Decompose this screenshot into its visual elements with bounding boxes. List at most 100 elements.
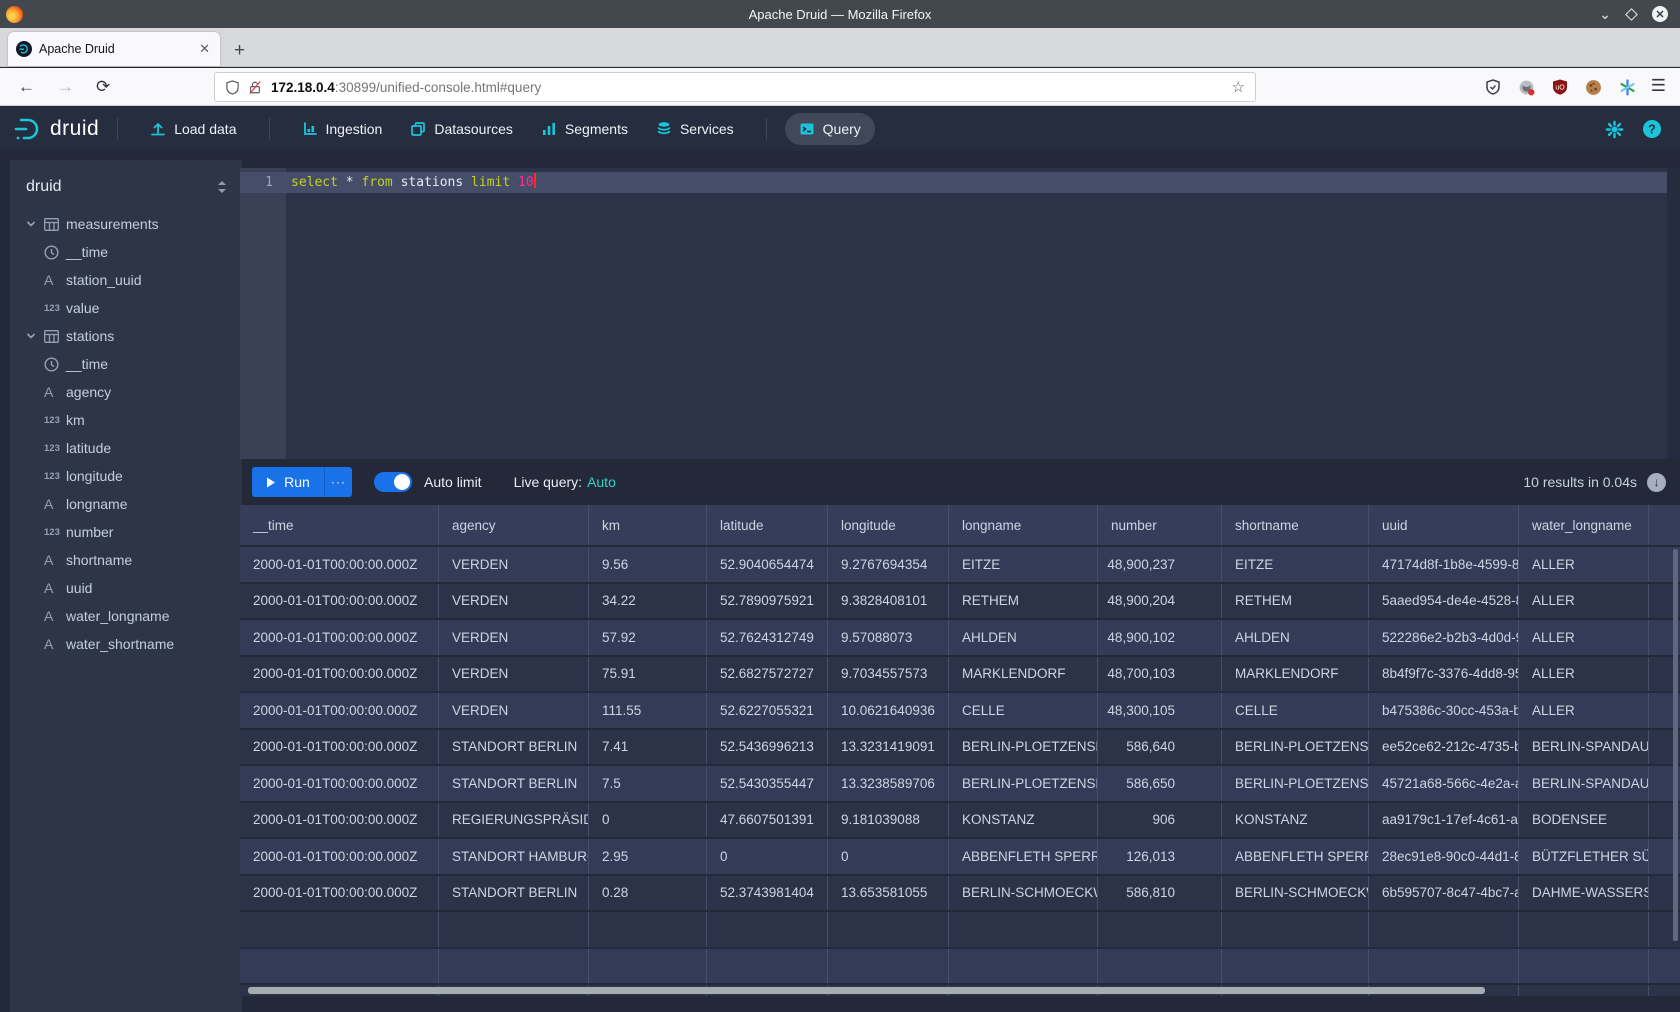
- settings-gear-icon[interactable]: [1605, 120, 1624, 139]
- schema-column-agency[interactable]: Aagency: [10, 378, 242, 406]
- table-cell[interactable]: 13.3231419091: [828, 730, 949, 765]
- table-cell[interactable]: 906: [1098, 803, 1222, 838]
- table-cell[interactable]: 7.41: [589, 730, 707, 765]
- column-header-uuid[interactable]: uuid: [1369, 505, 1519, 545]
- table-cell[interactable]: 0: [589, 803, 707, 838]
- table-cell[interactable]: 2000-01-01T00:00:00.000Z: [240, 839, 439, 874]
- table-cell[interactable]: MARKLENDORF: [949, 657, 1098, 692]
- table-cell[interactable]: BÜTZFLETHER SÜDERELBE: [1519, 839, 1649, 874]
- table-cell[interactable]: 48,900,204: [1098, 584, 1222, 619]
- schema-column-shortname[interactable]: Ashortname: [10, 546, 242, 574]
- table-cell[interactable]: EITZE: [1222, 547, 1369, 582]
- schema-column-longname[interactable]: Alongname: [10, 490, 242, 518]
- schema-table-stations[interactable]: stations: [10, 322, 242, 350]
- sql-query-text[interactable]: select * from stations limit 10: [291, 172, 536, 193]
- schema-column-latitude[interactable]: 123latitude: [10, 434, 242, 462]
- table-cell[interactable]: BERLIN-PLOETZENSEE U: [1222, 766, 1369, 801]
- download-icon[interactable]: ↓: [1647, 473, 1666, 492]
- table-cell[interactable]: 2000-01-01T00:00:00.000Z: [240, 693, 439, 728]
- table-cell[interactable]: 9.56: [589, 547, 707, 582]
- table-cell[interactable]: 2.95: [589, 839, 707, 874]
- nav-services[interactable]: Services: [642, 113, 748, 145]
- table-cell[interactable]: 48,700,103: [1098, 657, 1222, 692]
- column-header---time[interactable]: __time: [240, 505, 439, 545]
- table-cell[interactable]: 47.6607501391: [707, 803, 828, 838]
- table-cell[interactable]: ALLER: [1519, 620, 1649, 655]
- table-cell[interactable]: 9.2767694354: [828, 547, 949, 582]
- help-icon[interactable]: ?: [1642, 119, 1662, 139]
- nav-query[interactable]: Query: [785, 113, 875, 145]
- column-header-agency[interactable]: agency: [439, 505, 589, 545]
- url-text[interactable]: 172.18.0.4:30899/unified-console.html#qu…: [271, 80, 1232, 95]
- table-cell[interactable]: STANDORT BERLIN: [439, 766, 589, 801]
- table-cell[interactable]: 52.3743981404: [707, 876, 828, 911]
- table-cell[interactable]: 52.5436996213: [707, 730, 828, 765]
- table-cell[interactable]: STANDORT HAMBURG: [439, 839, 589, 874]
- auto-limit-toggle[interactable]: [374, 472, 412, 492]
- table-cell[interactable]: 2000-01-01T00:00:00.000Z: [240, 547, 439, 582]
- table-cell[interactable]: 52.6827572727: [707, 657, 828, 692]
- schema-column-value[interactable]: 123value: [10, 294, 242, 322]
- table-cell[interactable]: 6b595707-8c47-4bc7-a8: [1369, 876, 1519, 911]
- horizontal-scrollbar[interactable]: [248, 987, 1485, 994]
- table-cell[interactable]: EITZE: [949, 547, 1098, 582]
- schema-column-longitude[interactable]: 123longitude: [10, 462, 242, 490]
- window-close-icon[interactable]: ✕: [1652, 6, 1668, 22]
- table-cell[interactable]: 2000-01-01T00:00:00.000Z: [240, 766, 439, 801]
- table-cell[interactable]: 9.3828408101: [828, 584, 949, 619]
- live-query-label[interactable]: Live query:Auto: [514, 474, 616, 490]
- table-cell[interactable]: ABBENFLETH SPERRWERK: [949, 839, 1098, 874]
- table-cell[interactable]: 52.5430355447: [707, 766, 828, 801]
- table-cell[interactable]: MARKLENDORF: [1222, 657, 1369, 692]
- table-cell[interactable]: 57.92: [589, 620, 707, 655]
- table-cell[interactable]: 9.7034557573: [828, 657, 949, 692]
- table-cell[interactable]: STANDORT BERLIN: [439, 876, 589, 911]
- new-tab-button[interactable]: +: [234, 43, 245, 59]
- table-cell[interactable]: DAHME-WASSERSTRASSE: [1519, 876, 1649, 911]
- table-cell[interactable]: REGIERUNGSPRÄSIDIUM: [439, 803, 589, 838]
- table-cell[interactable]: BERLIN-SPANDAUER-SCH: [1519, 766, 1649, 801]
- table-cell[interactable]: 75.91: [589, 657, 707, 692]
- table-cell[interactable]: 28ec91e8-90c0-44d1-8f: [1369, 839, 1519, 874]
- table-cell[interactable]: CELLE: [1222, 693, 1369, 728]
- schema-column-number[interactable]: 123number: [10, 518, 242, 546]
- table-cell[interactable]: 586,640: [1098, 730, 1222, 765]
- chevron-down-icon[interactable]: [26, 331, 36, 341]
- table-cell[interactable]: VERDEN: [439, 584, 589, 619]
- table-cell[interactable]: 52.7890975921: [707, 584, 828, 619]
- table-cell[interactable]: ALLER: [1519, 547, 1649, 582]
- schema-column---time[interactable]: __time: [10, 238, 242, 266]
- table-cell[interactable]: KONSTANZ: [1222, 803, 1369, 838]
- table-cell[interactable]: 0.28: [589, 876, 707, 911]
- nav-datasources[interactable]: Datasources: [396, 113, 527, 145]
- schema-column-water-longname[interactable]: Awater_longname: [10, 602, 242, 630]
- table-cell[interactable]: CELLE: [949, 693, 1098, 728]
- sql-editor[interactable]: 1 select * from stations limit 10: [240, 168, 1680, 459]
- forward-icon[interactable]: →: [57, 77, 74, 97]
- table-cell[interactable]: BERLIN-SPANDAUER-SCH: [1519, 730, 1649, 765]
- table-cell[interactable]: BODENSEE: [1519, 803, 1649, 838]
- table-cell[interactable]: VERDEN: [439, 620, 589, 655]
- column-header-km[interactable]: km: [589, 505, 707, 545]
- table-cell[interactable]: ABBENFLETH SPERRWERK: [1222, 839, 1369, 874]
- window-maximize-icon[interactable]: [1625, 8, 1638, 21]
- column-header-longitude[interactable]: longitude: [828, 505, 949, 545]
- table-cell[interactable]: 48,300,105: [1098, 693, 1222, 728]
- table-cell[interactable]: AHLDEN: [949, 620, 1098, 655]
- column-header-number[interactable]: number: [1098, 505, 1222, 545]
- table-cell[interactable]: KONSTANZ: [949, 803, 1098, 838]
- table-cell[interactable]: 2000-01-01T00:00:00.000Z: [240, 730, 439, 765]
- table-cell[interactable]: 111.55: [589, 693, 707, 728]
- table-cell[interactable]: 52.6227055321: [707, 693, 828, 728]
- table-cell[interactable]: BERLIN-PLOETZENSEE C: [949, 730, 1098, 765]
- table-cell[interactable]: VERDEN: [439, 657, 589, 692]
- mask-extension-icon[interactable]: [1518, 79, 1535, 96]
- cookie-extension-icon[interactable]: [1585, 79, 1602, 96]
- table-cell[interactable]: 2000-01-01T00:00:00.000Z: [240, 803, 439, 838]
- table-cell[interactable]: 586,650: [1098, 766, 1222, 801]
- table-cell[interactable]: 0: [828, 839, 949, 874]
- table-cell[interactable]: RETHEM: [949, 584, 1098, 619]
- table-cell[interactable]: 9.181039088: [828, 803, 949, 838]
- nav-ingestion[interactable]: Ingestion: [288, 113, 397, 145]
- table-cell[interactable]: 10.0621640936: [828, 693, 949, 728]
